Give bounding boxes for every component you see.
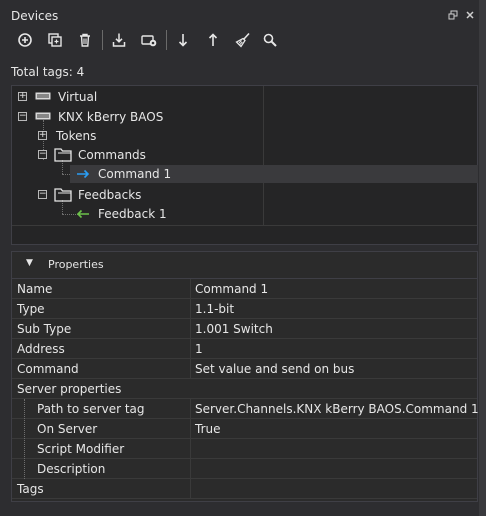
tree-label-commands: Commands	[78, 148, 146, 162]
connect-device-button[interactable]	[138, 29, 160, 51]
property-row[interactable]: Tags	[12, 479, 477, 499]
tree-label-command-1: Command 1	[98, 167, 172, 181]
device-module-icon	[35, 112, 51, 120]
properties-panel: ▼ Properties Name Command 1 Type 1.1-bit…	[11, 251, 479, 502]
folder-icon	[54, 148, 72, 162]
property-key: Type	[17, 302, 45, 316]
property-divider	[190, 279, 191, 299]
property-key: Path to server tag	[37, 402, 145, 416]
tree-label-feedback-1: Feedback 1	[98, 207, 167, 221]
tree-guide	[24, 399, 25, 479]
collapse-icon[interactable]: −	[18, 112, 27, 121]
property-key: Tags	[17, 482, 44, 496]
property-row[interactable]: On Server True	[12, 419, 477, 439]
device-module-icon	[35, 92, 51, 100]
toolbar	[0, 26, 479, 54]
property-key: Command	[17, 362, 79, 376]
panel-title: Devices	[11, 9, 59, 23]
arrow-down-icon	[178, 34, 188, 47]
collapse-icon[interactable]: −	[38, 190, 47, 199]
collapse-icon[interactable]: −	[38, 150, 47, 159]
chevron-down-icon[interactable]: ▼	[26, 258, 33, 268]
property-divider	[190, 439, 191, 459]
move-down-button[interactable]	[172, 29, 194, 51]
tree-node-virtual[interactable]: + Virtual	[12, 88, 478, 106]
property-group-label: Server properties	[17, 382, 122, 396]
properties-header[interactable]: ▼ Properties	[12, 252, 477, 279]
duplicate-icon	[48, 33, 62, 47]
property-divider	[190, 299, 191, 319]
property-value[interactable]: True	[195, 422, 221, 436]
property-row[interactable]: Name Command 1	[12, 279, 477, 299]
panel-edge	[479, 0, 486, 516]
property-row[interactable]: Script Modifier	[12, 439, 477, 459]
property-key: Name	[17, 282, 53, 296]
property-row[interactable]: Description	[12, 459, 477, 479]
tree-label-knx: KNX kBerry BAOS	[58, 110, 164, 124]
property-divider	[190, 359, 191, 379]
property-divider	[190, 339, 191, 359]
search-button[interactable]	[259, 29, 281, 51]
property-group-row[interactable]: Server properties	[12, 379, 477, 399]
tree-node-knx-kberry-baos[interactable]: − KNX kBerry BAOS	[12, 108, 478, 126]
toolbar-separator	[166, 30, 167, 50]
property-divider	[190, 399, 191, 419]
property-key: Sub Type	[17, 322, 72, 336]
tree-node-feedback-1[interactable]: Feedback 1	[70, 205, 260, 223]
property-divider	[190, 459, 191, 479]
tree-bottom-divider	[12, 225, 477, 226]
toolbar-separator	[102, 30, 103, 50]
tree-label-tokens: Tokens	[56, 129, 97, 143]
property-value[interactable]: Set value and send on bus	[195, 362, 354, 376]
folder-icon	[54, 188, 72, 202]
properties-title: Properties	[48, 258, 104, 271]
arrow-up-icon	[208, 33, 218, 46]
tree-node-tokens[interactable]: + Tokens	[12, 127, 478, 145]
close-icon[interactable]	[465, 10, 475, 20]
property-row[interactable]: Command Set value and send on bus	[12, 359, 477, 379]
property-row[interactable]: Type 1.1-bit	[12, 299, 477, 319]
add-device-button[interactable]	[14, 29, 36, 51]
clean-button[interactable]	[232, 29, 254, 51]
expand-icon[interactable]: +	[18, 92, 27, 101]
move-up-button[interactable]	[202, 29, 224, 51]
download-tray-icon	[112, 33, 126, 47]
device-tree[interactable]: + Virtual − KNX kBerry BAOS + Tokens − C…	[11, 85, 478, 245]
panel-bottom	[0, 505, 479, 516]
tree-node-commands[interactable]: − Commands	[12, 146, 478, 164]
float-window-icon[interactable]	[448, 10, 458, 20]
property-value[interactable]: 1	[195, 342, 203, 356]
trash-icon	[80, 33, 90, 47]
delete-button[interactable]	[74, 29, 96, 51]
import-button[interactable]	[108, 29, 130, 51]
total-tags-label: Total tags: 4	[11, 65, 85, 79]
tree-label-virtual: Virtual	[58, 90, 98, 104]
property-divider	[190, 479, 191, 499]
broom-icon	[235, 32, 250, 48]
property-value[interactable]: Server.Channels.KNX kBerry BAOS.Command …	[195, 402, 479, 416]
magnifier-icon	[263, 33, 277, 47]
tree-node-feedbacks[interactable]: − Feedbacks	[12, 186, 478, 204]
property-divider	[190, 319, 191, 339]
arrow-left-icon	[76, 209, 89, 219]
arrow-right-icon	[77, 169, 90, 179]
property-row[interactable]: Address 1	[12, 339, 477, 359]
duplicate-button[interactable]	[44, 29, 66, 51]
property-value[interactable]: Command 1	[195, 282, 268, 296]
property-value[interactable]: 1.1-bit	[195, 302, 234, 316]
property-key: Description	[37, 462, 106, 476]
plus-circle-icon	[18, 33, 32, 47]
property-key: Address	[17, 342, 65, 356]
property-divider	[190, 419, 191, 439]
tree-node-command-1[interactable]: Command 1	[70, 165, 478, 183]
property-key: On Server	[37, 422, 98, 436]
tree-label-feedbacks: Feedbacks	[78, 188, 142, 202]
expand-icon[interactable]: +	[38, 131, 47, 140]
device-gear-icon	[141, 35, 157, 47]
panel-titlebar: Devices	[0, 0, 486, 25]
property-row[interactable]: Sub Type 1.001 Switch	[12, 319, 477, 339]
property-value[interactable]: 1.001 Switch	[195, 322, 273, 336]
property-key: Script Modifier	[37, 442, 125, 456]
property-row[interactable]: Path to server tag Server.Channels.KNX k…	[12, 399, 479, 419]
